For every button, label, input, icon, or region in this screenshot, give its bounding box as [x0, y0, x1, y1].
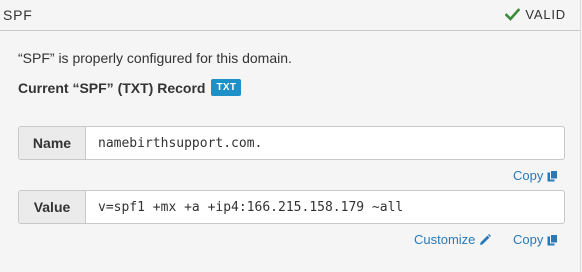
name-field: Name namebirthsupport.com.	[18, 126, 565, 160]
value-field-value[interactable]: v=spf1 +mx +a +ip4:166.215.158.179 ~all	[86, 191, 564, 223]
record-heading: Current “SPF” (TXT) Record TXT	[18, 79, 242, 96]
panel-header: SPF VALID	[0, 0, 580, 31]
copy-name-label: Copy	[513, 168, 544, 183]
record-heading-text: Current “SPF” (TXT) Record	[18, 79, 206, 96]
value-field-label: Value	[19, 191, 86, 223]
panel-title: SPF	[3, 7, 33, 23]
spf-panel: SPF VALID “SPF” is properly configured f…	[0, 0, 581, 272]
customize-button[interactable]: Customize	[414, 232, 492, 247]
status-description: “SPF” is properly configured for this do…	[18, 50, 292, 66]
copy-value-button[interactable]: Copy	[513, 232, 559, 247]
name-field-value[interactable]: namebirthsupport.com.	[86, 127, 564, 159]
copy-value-label: Copy	[513, 232, 544, 247]
value-field: Value v=spf1 +mx +a +ip4:166.215.158.179…	[18, 190, 565, 224]
name-field-label: Name	[19, 127, 86, 159]
pencil-icon	[480, 233, 492, 245]
copy-icon	[547, 233, 559, 245]
copy-icon	[547, 169, 559, 181]
status-indicator: VALID	[505, 7, 566, 22]
record-type-badge: TXT	[211, 79, 242, 96]
check-icon	[505, 8, 521, 21]
customize-label: Customize	[414, 232, 476, 247]
copy-name-button[interactable]: Copy	[513, 168, 559, 183]
status-label: VALID	[525, 7, 566, 22]
